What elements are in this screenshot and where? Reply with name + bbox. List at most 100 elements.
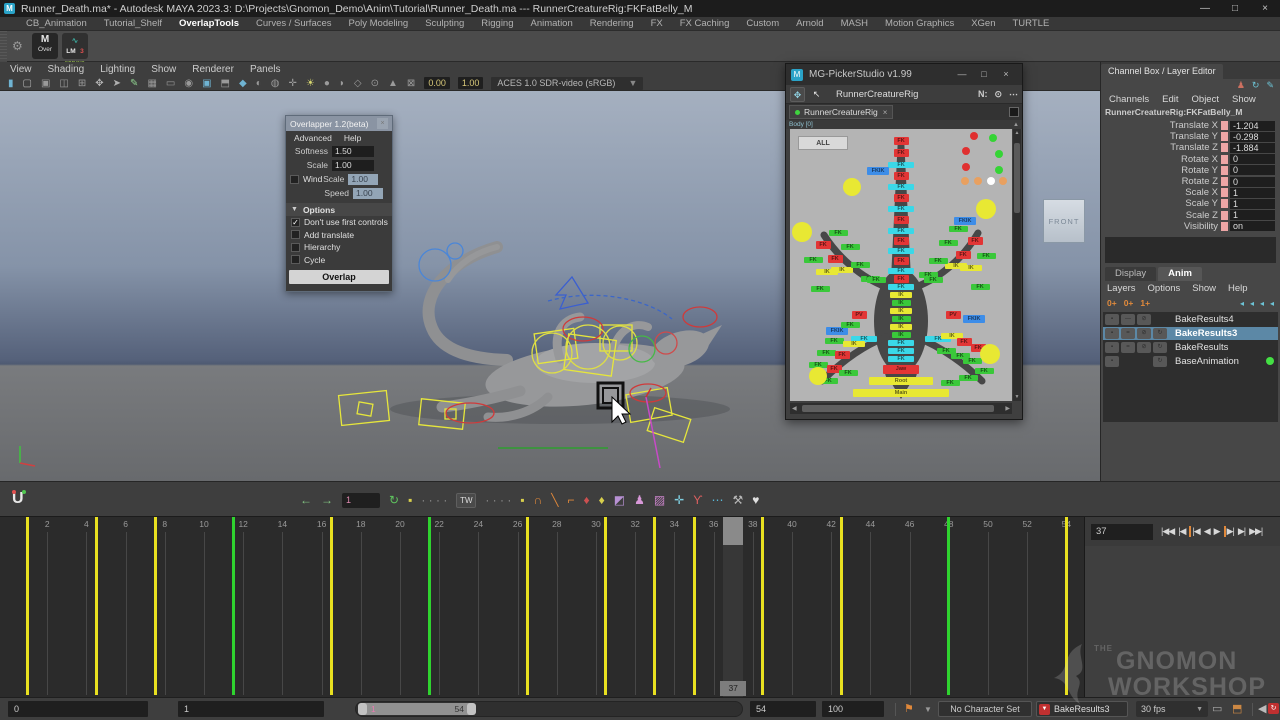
panel-toolbar-icon-4[interactable]: ⊞ [78,76,86,91]
picker-button-ik[interactable]: IK [890,292,912,298]
tab-anim[interactable]: Anim [1158,267,1202,281]
overlapper-title-bar[interactable]: Overlapper 1.2(beta) × [286,116,392,131]
picker-dot-control[interactable] [995,150,1003,158]
panel-toolbar-icon-13[interactable]: ◆ [239,76,247,91]
panel-toolbar-icon-18[interactable]: ● [324,76,330,91]
play-forwards-button[interactable]: ▶ [1214,526,1220,537]
picker-button-fk[interactable]: FK [968,237,983,245]
shelf-tab-rendering[interactable]: Rendering [590,18,634,29]
go-to-start-button[interactable]: |◀◀ [1161,526,1174,537]
panel-toolbar-icon-8[interactable]: ▦ [147,76,156,91]
panel-toolbar-icon-16[interactable]: ✛ [288,76,296,91]
picker-button-fk[interactable]: FK [975,368,994,374]
scale-field[interactable]: 1.00 [332,160,374,171]
panel-toolbar-icon-19[interactable]: ◗ [339,76,345,91]
hand-tool-icon[interactable]: ✥ [790,87,805,102]
anim-toolbar-icon-10[interactable]: ╲ [551,488,558,512]
picker-button-jaw[interactable]: Jaw [883,365,919,374]
picker-button-fk[interactable]: FK [949,226,968,232]
menu-options[interactable]: Options [1148,283,1181,294]
picker-button-fk[interactable]: FK [888,284,914,290]
timeline-key-g[interactable] [947,517,950,695]
scroll-up-icon[interactable]: ▲ [1013,130,1021,136]
rotate-snap-field[interactable]: 0.00 [424,77,450,89]
panel-toolbar-icon-17[interactable]: ☀ [306,76,315,91]
layer-toggle-1[interactable]: — [1121,314,1135,325]
shelf-tab-curves-surfaces[interactable]: Curves / Surfaces [256,18,332,29]
channel-value-field[interactable]: on [1230,221,1275,231]
step-forward-frame-button[interactable]: ▶| [1238,526,1245,537]
checkbox-cycle[interactable] [291,255,300,264]
picker-button-fk[interactable]: FK [839,370,858,376]
layer-toggle-2[interactable]: ⊘ [1137,328,1151,339]
anim-toolbar-icon-17[interactable]: ✛ [674,488,684,512]
channel-value-field[interactable]: -1.204 [1230,121,1275,131]
timeline-key-y[interactable] [761,517,764,695]
wind-checkbox[interactable] [290,175,299,184]
animation-end-field[interactable]: 100 [822,701,884,717]
picker-button-fk[interactable]: FK [828,255,843,263]
anim-toolbar-icon-7[interactable]: · · · · [485,488,511,512]
panel-toolbar-icon-2[interactable]: ▣ [41,76,50,91]
timeline-key-y[interactable] [526,517,529,695]
maximize-button[interactable]: □ [1220,0,1250,17]
channel-value-field[interactable]: 0 [1230,165,1275,175]
shelf-tab-animation[interactable]: Animation [531,18,573,29]
cursor-arrow-icon[interactable]: ↖ [809,87,824,102]
picker-button-fk[interactable]: FK [825,338,844,344]
panel-toolbar-icon-14[interactable]: ◐ [256,76,262,91]
picker-tab-runnercreaturerig[interactable]: RunnerCreatureRig × [789,105,893,119]
more-options-icon[interactable]: ⋯ [1009,89,1018,100]
picker-button-fk[interactable]: FK [957,338,972,346]
picker-circle-control[interactable] [980,344,1000,364]
picker-button-fk[interactable]: FK [817,350,836,356]
picker-button-ik[interactable]: IK [831,267,853,273]
set-key-icon[interactable]: ⚑ [904,702,914,715]
checkbox-add-translate[interactable] [291,230,300,239]
layer-move-icon-2[interactable]: ◂ [1260,299,1264,308]
layer-toggle-3[interactable]: ↻ [1153,342,1167,353]
picker-dot-control[interactable] [999,177,1007,185]
picker-button-ik[interactable]: IK [945,263,967,269]
picker-dot-control[interactable] [987,177,995,185]
picker-button-fk[interactable]: FK [894,194,909,202]
panel-toolbar-icon-0[interactable]: ▮ [8,76,14,91]
options-section-header[interactable]: ▼ Options [286,203,392,216]
channel-name[interactable]: Visibility [1184,221,1218,232]
play-backwards-button[interactable]: ◀ [1204,526,1210,537]
anim-toolbar-icon-16[interactable]: ▨ [654,488,665,512]
chevron-down-icon[interactable]: ▼ [924,705,932,714]
animation-start-field[interactable]: 0 [8,701,148,717]
anim-toolbar-icon-1[interactable]: → [321,488,333,512]
anim-toolbar-icon-9[interactable]: ∩ [534,488,543,512]
clapperboard-icon[interactable]: ⬒ [1232,702,1242,715]
picker-dot-control[interactable] [970,132,978,140]
picker-button-fk[interactable]: FK [888,184,914,190]
shelf-tab-cb-animation[interactable]: CB_Animation [26,18,87,29]
maximize-button[interactable]: □ [973,66,995,83]
shelf-tab-xgen[interactable]: XGen [971,18,995,29]
picker-button-fk[interactable]: FK [888,162,914,168]
playback-start-field[interactable]: 1 [178,701,324,717]
step-back-key-button[interactable]: |◀ [1189,526,1199,537]
menu-renderer[interactable]: Renderer [192,64,234,75]
picker-button-main[interactable]: Main [853,389,949,397]
anim-toolbar-icon-18[interactable]: ϒ [693,488,702,512]
picker-dot-control[interactable] [962,163,970,171]
picker-button-fk[interactable]: FK [888,248,914,254]
shelf-item-overlapper[interactable]: M Over [32,33,58,59]
picker-circle-control[interactable] [976,199,996,219]
timeline-key-y[interactable] [95,517,98,695]
channel-name[interactable]: Rotate Y [1181,165,1218,176]
picker-button-fk[interactable]: FK [829,230,848,236]
channel-value-field[interactable]: 0 [1230,177,1275,187]
menu-lighting[interactable]: Lighting [100,64,135,75]
layer-toggle-0[interactable]: ▪ [1105,328,1119,339]
picker-button-fk[interactable]: FK [888,356,914,362]
panel-toolbar-icon-23[interactable]: ⊠ [407,76,415,91]
picker-button-fk[interactable]: FK [888,228,914,234]
channel-box-icon-0[interactable]: ♟ [1237,79,1245,92]
panel-toolbar-icon-6[interactable]: ➤ [113,76,121,91]
menu-object[interactable]: Object [1192,94,1219,105]
picker-button-fkik[interactable]: FKIK [954,217,976,225]
